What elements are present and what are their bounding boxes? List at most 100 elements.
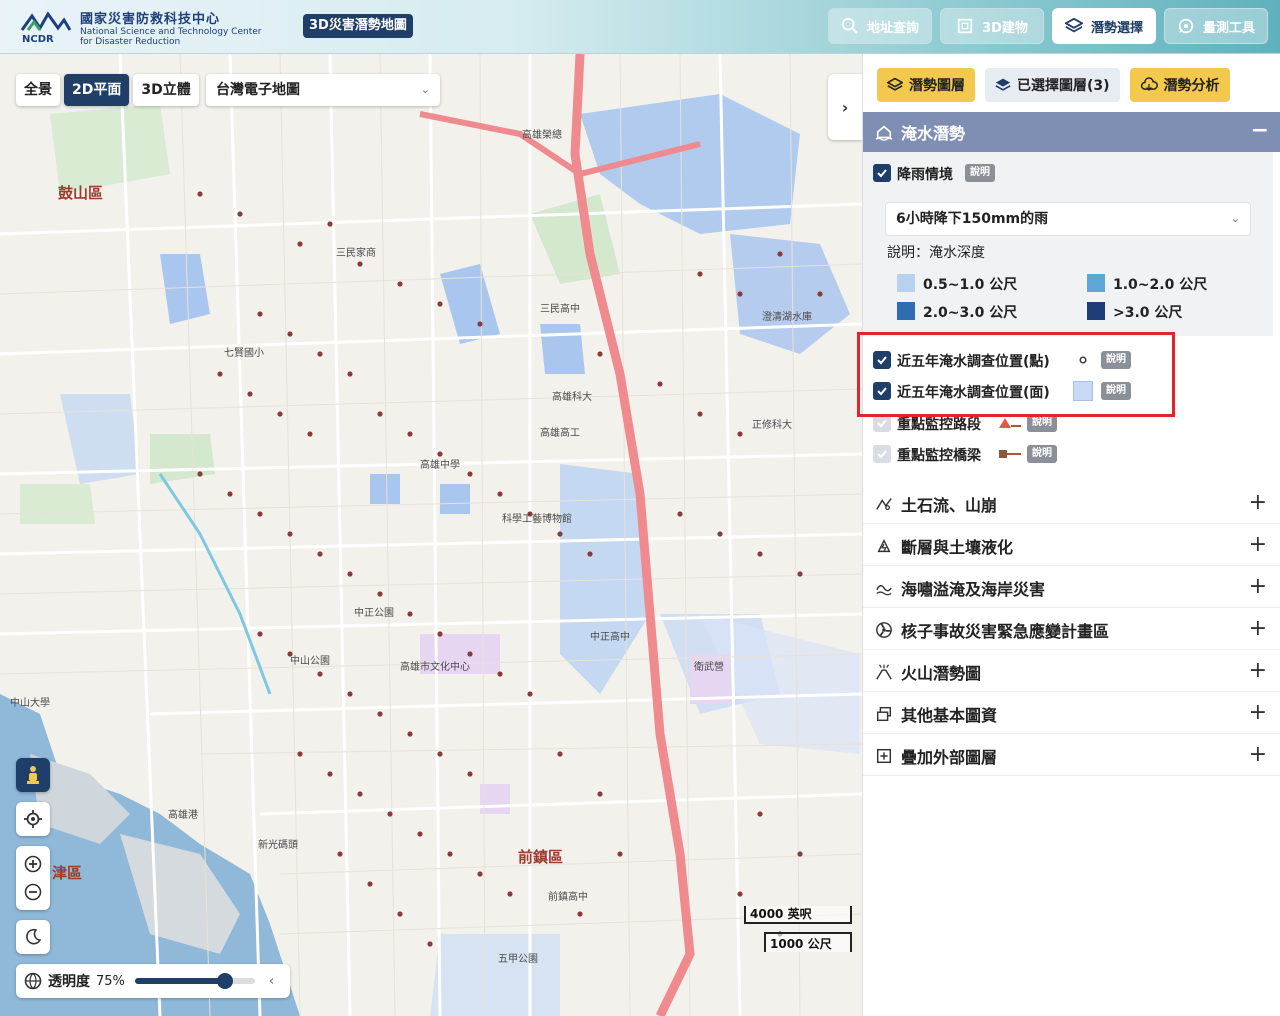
volcano-icon (876, 663, 892, 680)
app-window: NCDR 國家災害防救科技中心 National Science and Tec… (0, 0, 1280, 1016)
district-label-jin: 津區 (52, 864, 83, 882)
expand-plus-icon[interactable]: + (1249, 658, 1267, 683)
section-external-layers[interactable]: 疊加外部圖層 + (863, 736, 1280, 776)
panorama-mode-button[interactable]: 全景 (16, 74, 60, 106)
monitor-bridges-checkbox[interactable] (873, 445, 891, 463)
3d-mode-button[interactable]: 3D立體 (133, 74, 199, 106)
add-layer-icon (876, 748, 892, 763)
map-place-label: 高雄中學 (420, 460, 460, 471)
legend-label-0: 0.5~1.0 公尺 (923, 277, 1018, 293)
basemap-select[interactable]: 台灣電子地圖 ⌄ (206, 74, 440, 106)
rain-scenario-label: 降雨情境 (897, 167, 953, 183)
section-title: 其他基本圖資 (901, 705, 998, 725)
chevron-left-icon[interactable]: ‹ (269, 974, 274, 989)
opacity-slider-fill (134, 978, 225, 984)
tab-potential-layers-label: 潛勢圖層 (909, 78, 965, 94)
measure-tool-label: 量測工具 (1202, 20, 1255, 36)
measure-tool-button[interactable]: 量測工具 (1164, 8, 1268, 44)
section-title: 核子事故災害緊急應變計畫區 (901, 621, 1110, 641)
expand-plus-icon[interactable]: + (1249, 616, 1267, 641)
map-canvas[interactable]: 鼓山區 前鎮區 津區 高雄榮總 三民家商 三民高中 高雄科大 正修科大 高雄高工… (0, 54, 862, 1016)
locate-me-button[interactable] (16, 802, 50, 836)
rain-scenario-checkbox[interactable] (873, 164, 891, 182)
chevron-down-icon: ⌄ (1230, 212, 1240, 225)
flood-section-header[interactable]: 淹水潛勢 − (863, 112, 1280, 152)
expand-plus-icon[interactable]: + (1249, 700, 1267, 725)
collapse-panel-button[interactable]: › (828, 74, 862, 140)
expand-plus-icon[interactable]: + (1249, 742, 1267, 767)
legend-label-2: 2.0~3.0 公尺 (923, 305, 1018, 321)
dark-mode-button[interactable] (16, 920, 50, 954)
layers-icon (887, 77, 903, 91)
rain-explain-button[interactable]: 說明 (965, 164, 995, 182)
basemap-value: 台灣電子地圖 (216, 82, 300, 98)
scale-metric: 1000 公尺 (764, 932, 852, 952)
section-volcano[interactable]: 火山潛勢圖 + (863, 652, 1280, 692)
potential-select-button[interactable]: 潛勢選擇 (1052, 8, 1156, 44)
map-scale-bar: 4000 英呎 1000 公尺 (744, 906, 852, 956)
chevron-right-icon: › (841, 97, 849, 117)
address-search-button[interactable]: 地址查詢 (828, 8, 932, 44)
expand-plus-icon[interactable]: + (1249, 574, 1267, 599)
section-title: 海嘯溢淹及海岸災害 (901, 579, 1046, 599)
expand-plus-icon[interactable]: + (1249, 532, 1267, 557)
building-3d-label: 3D建物 (982, 20, 1028, 36)
fault-icon (877, 538, 891, 552)
map-place-label: 科學工藝博物館 (502, 514, 572, 525)
street-view-button[interactable] (16, 758, 50, 792)
map-place-label: 衛武營 (694, 662, 724, 673)
tab-selected-layers[interactable]: 已選擇圖層(3) (985, 68, 1120, 102)
legend-swatch-3 (1087, 302, 1105, 320)
zoom-in-icon[interactable] (24, 855, 42, 873)
flood-house-icon (875, 125, 893, 141)
globe-icon (24, 972, 42, 990)
org-name: 國家災害防救科技中心 National Science and Technolo… (80, 8, 261, 47)
map-place-label: 高雄科大 (552, 392, 592, 403)
section-fault-liquefaction[interactable]: 斷層與土壤液化 + (863, 526, 1280, 566)
svg-text:NCDR: NCDR (22, 34, 54, 44)
map-place-label: 七賢國小 (224, 348, 264, 359)
check-icon (877, 450, 887, 459)
tab-potential-layers[interactable]: 潛勢圖層 (877, 68, 975, 102)
wave-icon (876, 584, 892, 595)
zoom-out-icon[interactable] (24, 883, 42, 901)
org-name-en-1: National Science and Technology Center (80, 27, 262, 37)
highlight-annotation-box (857, 332, 1175, 417)
section-other-basemaps[interactable]: 其他基本圖資 + (863, 694, 1280, 734)
monitor-bridges-explain-button[interactable]: 說明 (1027, 445, 1057, 463)
section-title: 疊加外部圖層 (901, 747, 998, 767)
bridge-icon (999, 450, 1021, 458)
building-3d-button[interactable]: 3D建物 (940, 8, 1044, 44)
depth-note: 說明：淹水深度 (887, 245, 985, 261)
opacity-slider[interactable] (134, 973, 255, 989)
monitor-bridges-label: 重點監控橋梁 (897, 448, 981, 464)
layers-icon (1064, 17, 1083, 33)
stack-check-icon (995, 78, 1011, 91)
top-header: NCDR 國家災害防救科技中心 National Science and Tec… (0, 0, 1280, 54)
legend-swatch-0 (897, 274, 915, 292)
check-icon (877, 169, 887, 178)
map-place-label: 正修科大 (752, 420, 792, 431)
legend-label-1: 1.0~2.0 公尺 (1113, 277, 1208, 293)
scale-imperial: 4000 英呎 (744, 906, 852, 924)
tab-potential-analysis[interactable]: 潛勢分析 (1129, 68, 1230, 102)
map-place-label: 中正高中 (590, 632, 630, 643)
radiation-icon (876, 621, 892, 638)
section-nuclear-emergency[interactable]: 核子事故災害緊急應變計畫區 + (863, 610, 1280, 650)
zoom-control (16, 846, 50, 910)
section-title: 斷層與土壤液化 (901, 537, 1014, 557)
ncdr-logo: NCDR (20, 11, 72, 44)
crosshair-icon (24, 810, 42, 828)
legend-swatch-2 (897, 302, 915, 320)
2d-mode-button[interactable]: 2D平面 (64, 74, 130, 106)
section-tsunami-coastal[interactable]: 海嘯溢淹及海岸災害 + (863, 568, 1280, 608)
rain-scenario-select[interactable]: 6小時降下150mm的雨 ⌄ (885, 202, 1251, 236)
section-debris-landslide[interactable]: 土石流、山崩 + (863, 484, 1280, 524)
expand-plus-icon[interactable]: + (1249, 490, 1267, 515)
opacity-slider-knob[interactable] (216, 973, 233, 989)
map-place-label: 高雄港 (168, 810, 198, 821)
ruler-icon (1178, 18, 1194, 34)
moon-icon (26, 928, 42, 945)
panel-tabs: 潛勢圖層 已選擇圖層(3) 潛勢分析 (877, 68, 1230, 102)
collapse-minus-icon[interactable]: − (1251, 118, 1269, 143)
